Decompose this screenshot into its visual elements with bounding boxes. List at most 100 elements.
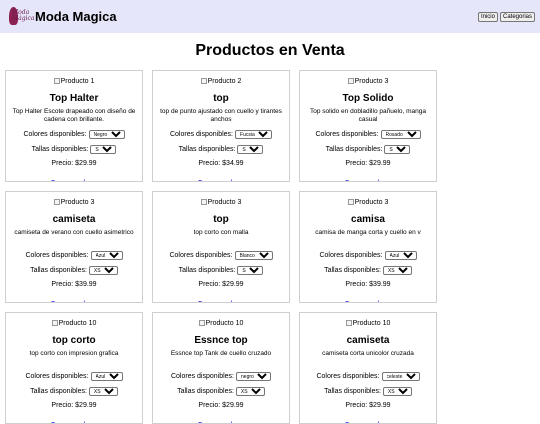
product-card: Producto 2 top top de punto ajustado con… <box>152 70 290 182</box>
colors-row: Colores disponibles: celeste <box>300 372 436 381</box>
product-description: Top Halter Escote drapeado con diseño de… <box>12 108 136 123</box>
product-price: Precio: $29.99 <box>345 402 391 409</box>
broken-image-icon <box>53 78 60 84</box>
colors-label: Colores disponibles: <box>316 373 380 380</box>
size-select[interactable]: XS <box>382 266 412 275</box>
colors-label: Colores disponibles: <box>319 252 383 259</box>
size-select[interactable]: XS <box>88 266 118 275</box>
product-description: top corto con malla <box>193 229 249 236</box>
sizes-row: Tallas disponibles: XS <box>6 387 142 396</box>
sizes-label: Tallas disponibles: <box>324 267 381 274</box>
product-name: Essnce top <box>194 335 248 346</box>
brand[interactable]: Moda Mágica Moda Magica <box>6 5 117 29</box>
product-description: top de punto ajustado con cuello y tiran… <box>160 108 282 123</box>
size-select[interactable]: XS <box>88 387 118 396</box>
nav-inicio-button[interactable]: Inicio <box>477 11 498 22</box>
product-card: Producto 3 Top Solido Top solido en dobl… <box>299 70 437 182</box>
product-image-alt: Producto 2 <box>207 77 242 85</box>
colors-row: Colores disponibles: negro <box>153 372 289 381</box>
sizes-row: Tallas disponibles: S <box>300 145 436 154</box>
sizes-label: Tallas disponibles: <box>178 267 236 274</box>
colors-label: Colores disponibles: <box>315 131 379 138</box>
product-name: Top Halter <box>49 93 99 104</box>
product-price: Precio: $39.99 <box>51 281 97 288</box>
product-image-alt: Producto 1 <box>60 77 95 85</box>
colors-row: Colores disponibles: Fucsia <box>153 130 289 139</box>
color-select[interactable]: Blanco <box>234 251 273 260</box>
colors-row: Colores disponibles: Azul <box>6 251 142 260</box>
size-select[interactable]: XS <box>235 387 265 396</box>
sizes-label: Tallas disponibles: <box>31 146 89 153</box>
color-select[interactable]: negro <box>236 372 272 381</box>
sizes-row: Tallas disponibles: XS <box>6 266 142 275</box>
product-name: top <box>213 214 229 225</box>
buy-now-link[interactable]: Comprar ahora <box>197 301 244 302</box>
product-description: camiseta corta unicolor cruzada <box>322 350 414 357</box>
product-name: top corto <box>52 335 96 346</box>
sizes-row: Tallas disponibles: S <box>6 145 142 154</box>
size-select[interactable]: S <box>90 145 117 154</box>
color-select[interactable]: celeste <box>381 372 420 381</box>
size-select[interactable]: S <box>237 145 264 154</box>
product-card: Producto 1 Top Halter Top Halter Escote … <box>5 70 143 182</box>
product-image-alt: Producto 10 <box>352 319 391 327</box>
product-image: Producto 3 <box>153 197 289 207</box>
nav-bar: Inicio Categorias <box>477 11 535 22</box>
product-price: Precio: $29.99 <box>345 160 391 167</box>
size-select[interactable]: S <box>384 145 411 154</box>
color-select[interactable]: Azul <box>90 372 123 381</box>
color-select[interactable]: Fucsia <box>235 130 273 139</box>
colors-row: Colores disponibles: Blanco <box>153 251 289 260</box>
sizes-row: Tallas disponibles: S <box>153 145 289 154</box>
buy-now-link[interactable]: Comprar ahora <box>344 180 391 181</box>
product-image: Producto 3 <box>6 197 142 207</box>
product-name: camiseta <box>52 214 96 225</box>
color-select[interactable]: Azul <box>90 251 123 260</box>
sizes-row: Tallas disponibles: XS <box>300 266 436 275</box>
product-image: Producto 10 <box>6 318 142 328</box>
color-select[interactable]: Negro <box>88 130 125 139</box>
product-image-alt: Producto 3 <box>354 198 389 206</box>
product-description: top corto con impresion grafica <box>29 350 119 357</box>
buy-now-link[interactable]: Comprar ahora <box>197 180 244 181</box>
page-title: Productos en Venta <box>195 42 345 59</box>
buy-now-link[interactable]: Comprar ahora <box>344 301 391 302</box>
product-name: Top Solido <box>342 93 394 104</box>
product-image: Producto 3 <box>300 197 436 207</box>
colors-label: Colores disponibles: <box>23 131 87 138</box>
product-price: Precio: $39.99 <box>345 281 391 288</box>
logo-icon: Moda Mágica <box>6 5 34 29</box>
product-image-alt: Producto 10 <box>58 319 97 327</box>
color-select[interactable]: Azul <box>384 251 417 260</box>
product-description: camisa de manga corta y cuello en v <box>315 229 421 236</box>
colors-row: Colores disponibles: Rosado <box>300 130 436 139</box>
sizes-label: Tallas disponibles: <box>178 146 236 153</box>
product-image-alt: Producto 3 <box>60 198 95 206</box>
product-description: camiseta de verano con cuello asimetrico <box>14 229 134 236</box>
sizes-row: Tallas disponibles: S <box>153 266 289 275</box>
sizes-label: Tallas disponibles: <box>177 388 234 395</box>
size-select[interactable]: XS <box>382 387 412 396</box>
colors-label: Colores disponibles: <box>169 252 233 259</box>
product-image: Producto 3 <box>300 76 436 86</box>
product-description: Essnce top Tank de cuello cruzado <box>170 350 272 357</box>
product-image: Producto 2 <box>153 76 289 86</box>
buy-now-link[interactable]: Comprar ahora <box>50 180 97 181</box>
product-price: Precio: $29.99 <box>198 281 244 288</box>
product-image-alt: Producto 3 <box>207 198 242 206</box>
sizes-label: Tallas disponibles: <box>325 146 383 153</box>
product-grid: Producto 1 Top Halter Top Halter Escote … <box>5 70 535 424</box>
product-card: Producto 10 Essnce top Essnce top Tank d… <box>152 312 290 424</box>
product-card: Producto 3 camiseta camiseta de verano c… <box>5 191 143 303</box>
colors-label: Colores disponibles: <box>25 373 89 380</box>
top-header: Moda Mágica Moda Magica Inicio Categoria… <box>0 0 540 33</box>
sizes-label: Tallas disponibles: <box>30 388 87 395</box>
product-name: camiseta <box>346 335 390 346</box>
buy-now-link[interactable]: Comprar ahora <box>50 301 97 302</box>
product-card: Producto 10 top corto top corto con impr… <box>5 312 143 424</box>
size-select[interactable]: S <box>237 266 264 275</box>
colors-row: Colores disponibles: Negro <box>6 130 142 139</box>
nav-categorias-button[interactable]: Categorias <box>499 11 535 22</box>
product-image-alt: Producto 3 <box>354 77 389 85</box>
color-select[interactable]: Rosado <box>380 130 421 139</box>
